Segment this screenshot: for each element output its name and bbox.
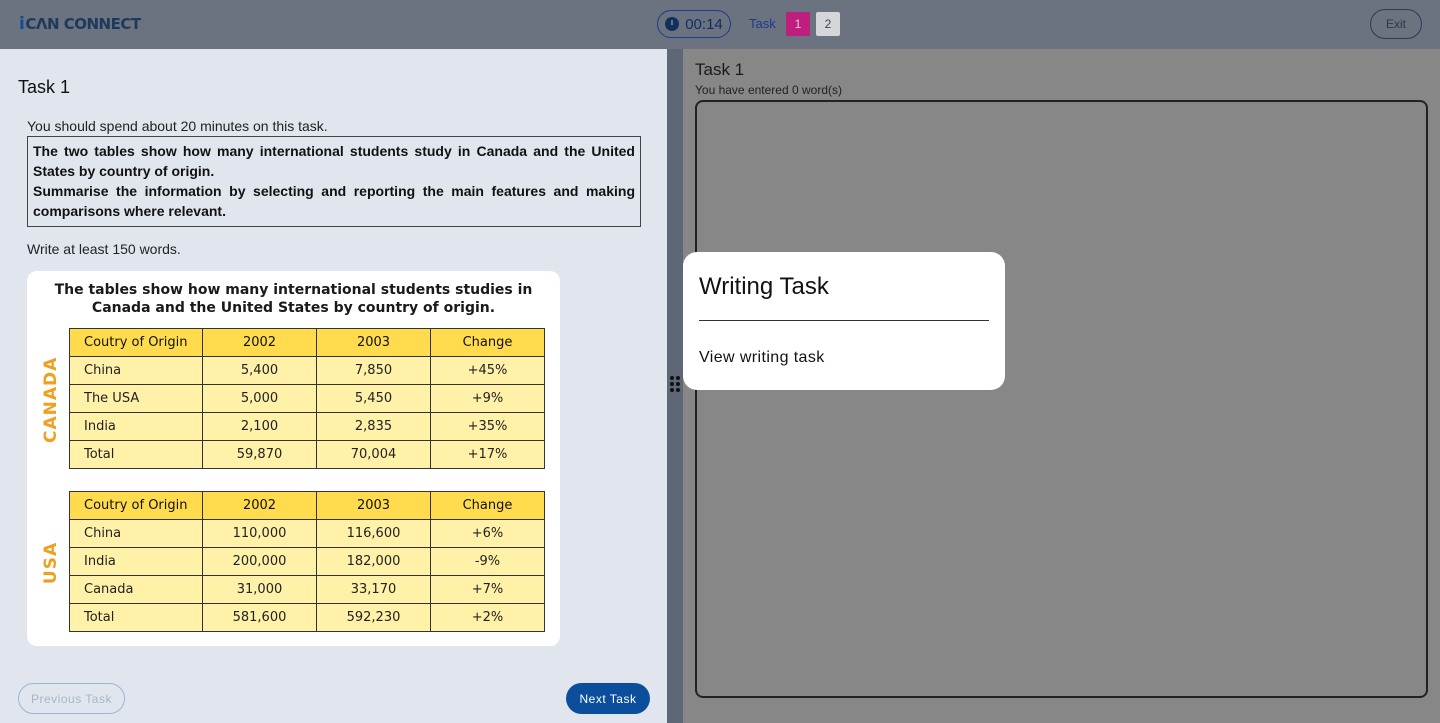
table-cell: Total (69, 603, 203, 632)
task-prompt-text: The two tables show how many internation… (33, 143, 635, 179)
table-row: Total 581,600 592,230 +2% (69, 603, 545, 632)
table-header-row: Coutry of Origin 2002 2003 Change (69, 328, 545, 357)
task-prompt-summary: Summarise the information by selecting a… (33, 183, 635, 219)
table-cell: India (69, 412, 203, 441)
table-row: China 110,000 116,600 +6% (69, 519, 545, 548)
table-cell: 33,170 (316, 575, 431, 604)
header-cell: 2003 (316, 328, 431, 357)
header-cell: Coutry of Origin (69, 491, 203, 520)
popup-divider (699, 320, 989, 321)
app-logo: i CΛN CONNECT (19, 14, 141, 34)
usa-table: Coutry of Origin 2002 2003 Change China … (69, 491, 545, 632)
table-cell: 5,450 (316, 384, 431, 413)
table-cell: +2% (430, 603, 545, 632)
view-writing-task-link[interactable]: View writing task (699, 349, 825, 367)
table-cell: +7% (430, 575, 545, 604)
timer: 00:14 (657, 10, 731, 38)
table-cell: 59,870 (202, 440, 317, 469)
table-cell: 200,000 (202, 547, 317, 576)
answer-textarea[interactable] (695, 100, 1428, 698)
table-row: India 200,000 182,000 -9% (69, 547, 545, 576)
popup-title: Writing Task (699, 273, 829, 300)
header-cell: Coutry of Origin (69, 328, 203, 357)
header-cell: 2003 (316, 491, 431, 520)
table-cell: China (69, 356, 203, 385)
header-cell: 2002 (202, 328, 317, 357)
header-cell: 2002 (202, 491, 317, 520)
clock-icon (665, 17, 680, 31)
table-row: Total 59,870 70,004 +17% (69, 440, 545, 469)
previous-task-button[interactable]: Previous Task (18, 683, 125, 714)
header-cell: Change (430, 491, 545, 520)
word-count: You have entered 0 word(s) (695, 83, 842, 97)
task-prompt-box: The two tables show how many internation… (27, 136, 641, 227)
table-cell: 2,835 (316, 412, 431, 441)
table-cell: 31,000 (202, 575, 317, 604)
drag-handle-icon[interactable] (670, 376, 680, 392)
table-cell: China (69, 519, 203, 548)
logo-icon: i (19, 14, 25, 34)
table-cell: 592,230 (316, 603, 431, 632)
table-cell: 2,100 (202, 412, 317, 441)
table-cell: 581,600 (202, 603, 317, 632)
table-cell: 70,004 (316, 440, 431, 469)
table-cell: +6% (430, 519, 545, 548)
canada-table: Coutry of Origin 2002 2003 Change China … (69, 328, 545, 469)
table-cell: 5,000 (202, 384, 317, 413)
writing-task-popup: Writing Task View writing task (683, 252, 1005, 390)
writing-task-title: Task 1 (695, 60, 745, 79)
figure-title: The tables show how many international s… (54, 282, 533, 316)
table-header-row: Coutry of Origin 2002 2003 Change (69, 491, 545, 520)
table-cell: +45% (430, 356, 545, 385)
usa-label: USA (41, 541, 61, 585)
table-cell: +9% (430, 384, 545, 413)
task-instructions-panel[interactable]: Task 1 You should spend about 20 minutes… (0, 49, 667, 723)
table-cell: +35% (430, 412, 545, 441)
word-requirement: Write at least 150 words. (27, 241, 181, 257)
table-cell: Canada (69, 575, 203, 604)
canada-label: CANADA (41, 356, 61, 443)
time-instruction: You should spend about 20 minutes on thi… (27, 118, 328, 134)
table-cell: Total (69, 440, 203, 469)
task-nav-label: Task (749, 16, 776, 31)
table-cell: 7,850 (316, 356, 431, 385)
next-task-button[interactable]: Next Task (566, 683, 650, 714)
table-cell: 182,000 (316, 547, 431, 576)
table-row: India 2,100 2,835 +35% (69, 412, 545, 441)
table-cell: The USA (69, 384, 203, 413)
table-cell: 5,400 (202, 356, 317, 385)
header-cell: Change (430, 328, 545, 357)
table-cell: India (69, 547, 203, 576)
task-1-button[interactable]: 1 (786, 12, 810, 36)
table-row: Canada 31,000 33,170 +7% (69, 575, 545, 604)
logo-text: CΛN CONNECT (25, 15, 141, 33)
table-row: The USA 5,000 5,450 +9% (69, 384, 545, 413)
timer-value: 00:14 (685, 15, 723, 33)
table-cell: +17% (430, 440, 545, 469)
top-bar: i CΛN CONNECT 00:14 Task 1 2 Exit (0, 0, 1440, 49)
exit-button[interactable]: Exit (1370, 9, 1422, 39)
table-cell: 116,600 (316, 519, 431, 548)
table-cell: 110,000 (202, 519, 317, 548)
task-title: Task 1 (18, 77, 71, 97)
task-figure: The tables show how many international s… (27, 271, 560, 646)
table-cell: -9% (430, 547, 545, 576)
table-row: China 5,400 7,850 +45% (69, 356, 545, 385)
task-2-button[interactable]: 2 (816, 12, 840, 36)
